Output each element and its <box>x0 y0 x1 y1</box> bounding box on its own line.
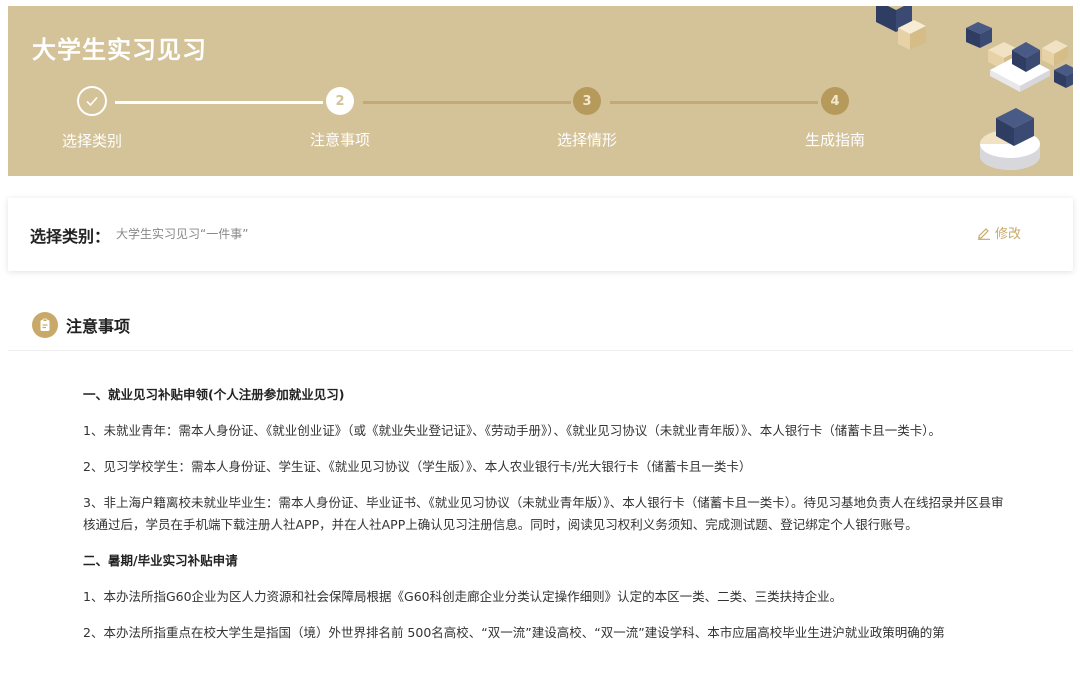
step-label: 注意事项 <box>309 131 370 149</box>
category-value: 大学生实习见习“一件事” <box>116 227 249 241</box>
notice-content: 一、就业见习补贴申领(个人注册参加就业见习) 1、未就业青年：需本人身份证、《就… <box>83 384 1013 658</box>
notice-heading: 二、暑期/毕业实习补贴申请 <box>83 553 238 568</box>
step-select-situation[interactable]: 3 选择情形 <box>517 86 657 150</box>
cube-illustration <box>876 6 1073 170</box>
notice-paragraph: 2、本办法所指重点在校大学生是指国（境）外世界排名前 500名高校、“双一流”建… <box>83 625 945 640</box>
notice-paragraph: 1、未就业青年：需本人身份证、《就业创业证》（或《就业失业登记证》、《劳动手册》… <box>83 423 941 438</box>
step-number: 3 <box>573 87 601 115</box>
clipboard-icon <box>32 312 58 338</box>
step-notices[interactable]: 2 注意事项 <box>270 86 410 150</box>
notice-heading: 一、就业见习补贴申领(个人注册参加就业见习) <box>83 387 345 402</box>
notice-paragraph: 2、见习学校学生：需本人身份证、学生证、《就业见习协议（学生版）》、本人农业银行… <box>83 459 752 474</box>
edit-button[interactable]: 修改 <box>977 223 1021 242</box>
check-icon <box>77 86 107 116</box>
edit-label: 修改 <box>994 227 1021 242</box>
step-label: 选择类别 <box>61 132 122 150</box>
category-card: 选择类别： 大学生实习见习“一件事” 修改 <box>8 198 1073 271</box>
step-select-category[interactable]: 选择类别 <box>22 86 162 151</box>
step-number: 2 <box>326 87 354 115</box>
section-header: 注意事项 <box>32 312 130 338</box>
step-progress: 选择类别 2 注意事项 3 选择情形 4 生成指南 <box>8 86 908 166</box>
page-title: 大学生实习见习 <box>32 36 207 64</box>
page-banner: 大学生实习见习 选择类别 2 注意事项 3 选择情形 4 生成指南 <box>8 6 1073 176</box>
pencil-icon <box>977 227 990 240</box>
notice-paragraph: 1、本办法所指G60企业为区人力资源和社会保障局根据《G60科创走廊企业分类认定… <box>83 589 843 604</box>
divider <box>8 350 1073 351</box>
step-label: 选择情形 <box>556 131 617 149</box>
category-label: 选择类别： <box>30 227 111 246</box>
section-title: 注意事项 <box>66 317 131 336</box>
step-number: 4 <box>821 87 849 115</box>
notice-paragraph: 3、非上海户籍离校未就业毕业生：需本人身份证、毕业证书、《就业见习协议（未就业青… <box>83 495 1004 532</box>
